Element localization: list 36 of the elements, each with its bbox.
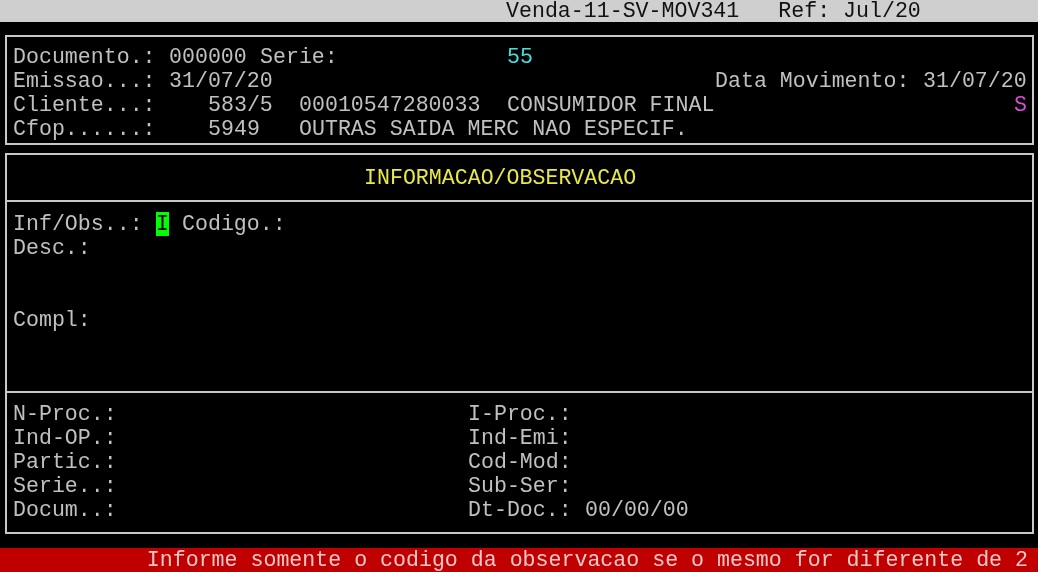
- field-label: Desc.:: [13, 236, 91, 260]
- client-flag-text: S: [1014, 93, 1027, 117]
- field-value: 31/07/20: [169, 69, 273, 93]
- field-value: CONSUMIDOR FINAL: [507, 93, 715, 117]
- field-value: 00010547280033: [299, 93, 481, 117]
- field-label: Serie:: [260, 45, 338, 69]
- field-label: I-Proc.:: [468, 402, 572, 426]
- field-value: 55: [507, 45, 533, 69]
- reference-period: Ref: Jul/20: [778, 0, 921, 22]
- field-label: Cfop......:: [13, 117, 156, 141]
- field-label: Ind-Emi:: [468, 426, 572, 450]
- field-label: Inf/Obs..:: [13, 212, 143, 236]
- field-label: Data Movimento:: [715, 69, 910, 93]
- field-value: 5949: [208, 117, 260, 141]
- field-label: Dt-Doc.:: [468, 498, 572, 522]
- field-value: 000000: [169, 45, 247, 69]
- field-label: Emissao...:: [13, 69, 156, 93]
- field-label: Codigo.:: [182, 212, 286, 236]
- field-value: OUTRAS SAIDA MERC NAO ESPECIF.: [299, 117, 689, 141]
- field-value: 31/07/20: [923, 69, 1027, 93]
- field-label: Ind-OP.:: [13, 426, 117, 450]
- field-label: Sub-Ser:: [468, 474, 572, 498]
- field-label: Cliente...:: [13, 93, 156, 117]
- field-label: Documento.:: [13, 45, 156, 69]
- field-label: Docum..:: [13, 498, 117, 522]
- field-label: Cod-Mod:: [468, 450, 572, 474]
- status-message: Informe somente o codigo da observacao se o mesmo for diferente de 2: [146, 548, 1028, 572]
- panel-title: INFORMACAO/OBSERVACAO: [364, 165, 637, 190]
- field-value: 583/5: [208, 93, 273, 117]
- field-label: N-Proc.:: [13, 402, 117, 426]
- field-label: Serie..:: [13, 474, 117, 498]
- screen-title: Venda-11-SV-MOV341: [506, 0, 740, 22]
- field-value: 00/00/00: [585, 498, 689, 522]
- field-label: Partic.:: [13, 450, 117, 474]
- field-label: Compl:: [13, 308, 91, 332]
- input-field[interactable]: I: [156, 212, 169, 236]
